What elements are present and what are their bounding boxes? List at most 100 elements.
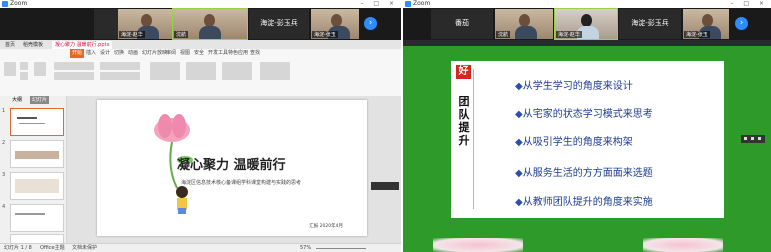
ribbon-tabs: 开始 插入 设计 切换 动画 幻灯片放映 审阅 视图 安全 开发工具 特色应用 … xyxy=(0,49,401,58)
ribbon-tab-slideshow[interactable]: 幻灯片放映 xyxy=(142,49,167,58)
zoom-level: 57% xyxy=(300,245,312,251)
next-page-button[interactable]: › xyxy=(364,17,377,30)
bullet-item: ◆从吸引学生的角度来构架 xyxy=(515,137,633,148)
shared-screen: 好 团队提升 ◆从学生学习的角度来设计 ◆从宅家的状态学习模式来思考 ◆从吸引学… xyxy=(403,40,771,252)
slide-editor: 凝心聚力 温暖前行 海淀区信息技术核心备课组学科课堂构建与实践的思考 汇报 20… xyxy=(67,96,401,243)
ribbon-toolbar xyxy=(0,58,401,97)
alignment-icons[interactable] xyxy=(100,72,140,80)
participant-name: 番茄 xyxy=(455,19,469,27)
video-gallery: 番茄 海淀-赵华 沈航 海淀-彭玉兵 海淀-张玉 › xyxy=(0,8,401,40)
zoom-slider[interactable] xyxy=(316,248,366,249)
title-bar: Zoom – □ × xyxy=(0,0,401,8)
window-controls[interactable]: – □ × xyxy=(360,0,398,8)
text-box-icon[interactable] xyxy=(150,62,180,80)
decorative-flower xyxy=(643,238,723,252)
zoom-logo-icon xyxy=(405,1,411,7)
tab-slides[interactable]: 幻灯片 xyxy=(30,96,50,104)
participant-video[interactable]: 海淀-张玉 xyxy=(311,9,359,39)
tab-outline[interactable]: 大纲 xyxy=(12,96,22,104)
zoom-window-left: Zoom – □ × 番茄 海淀-赵华 沈航 海淀-彭玉兵 海淀-张玉 › 首页… xyxy=(0,0,401,252)
diamond-bullet-icon: ◆ xyxy=(515,137,523,148)
slide-thumbnail[interactable] xyxy=(10,108,64,136)
slide-thumbnail[interactable] xyxy=(10,140,64,168)
bullet-item: ◆从宅家的状态学习模式来思考 xyxy=(515,109,653,120)
participant-name: 海淀-彭玉兵 xyxy=(631,19,669,27)
slideshow-controls[interactable] xyxy=(741,135,765,143)
diamond-bullet-icon: ◆ xyxy=(515,168,523,179)
ribbon-tab-view[interactable]: 视图 xyxy=(180,49,190,58)
wps-presentation-app: 首页 稻壳模板 凝心聚力 温暖前行.pptx 开始 插入 设计 切换 动画 幻灯… xyxy=(0,40,401,252)
ribbon-tab-features[interactable]: 特色应用 xyxy=(228,49,248,58)
ribbon-tab-security[interactable]: 安全 xyxy=(194,49,204,58)
participant-tag: 海淀-赵华 xyxy=(119,31,145,38)
ribbon-tab-transition[interactable]: 切换 xyxy=(114,49,124,58)
ribbon-tab-animation[interactable]: 动画 xyxy=(128,49,138,58)
protection-status: 文档未保护 xyxy=(72,245,98,251)
slide-subtitle: 海淀区信息技术核心备课组学科课堂构建与实践的思考 xyxy=(181,180,302,186)
font-format-icons[interactable] xyxy=(54,72,94,80)
window-controls[interactable]: – □ × xyxy=(730,0,768,8)
window-title: Zoom xyxy=(413,0,431,7)
slide-vertical-title: 团队提升 xyxy=(458,95,470,147)
slide-1[interactable]: 凝心聚力 温暖前行 海淀区信息技术核心备课组学科课堂构建与实践的思考 汇报 20… xyxy=(97,100,367,236)
zoom-window-right: Zoom – □ × 番茄 沈航 海淀-赵华 海淀-彭玉兵 海淀-张玉 › 好 … xyxy=(403,0,771,252)
slide-counter: 幻灯片 1 / 8 xyxy=(4,245,32,251)
slide-footer: 汇报 2020年4月 xyxy=(309,224,343,229)
slide-thumbnail[interactable] xyxy=(10,204,64,232)
ribbon-tab-developer[interactable]: 开发工具 xyxy=(208,49,228,58)
participant-video-speaking[interactable]: 沈航 xyxy=(172,8,248,40)
new-slide-icon[interactable] xyxy=(34,62,46,76)
tab-current-document[interactable]: 凝心聚力 温暖前行.pptx xyxy=(52,41,113,49)
participant-video[interactable]: 海淀-张玉 xyxy=(683,9,729,39)
ribbon-tab-review[interactable]: 审阅 xyxy=(166,49,176,58)
ribbon-tab-start[interactable]: 开始 xyxy=(70,49,85,58)
cut-icon[interactable] xyxy=(20,62,28,70)
ribbon-tab-insert[interactable]: 插入 xyxy=(86,49,96,58)
participant-tag: 海淀-赵华 xyxy=(556,31,582,38)
participant-video[interactable]: 沈航 xyxy=(495,9,553,39)
participant-tile[interactable]: 海淀-彭玉兵 xyxy=(249,9,309,39)
bullet-item: ◆从教师团队提升的角度来实施 xyxy=(515,197,653,208)
zoom-logo-icon xyxy=(2,1,8,7)
participant-tag: 沈航 xyxy=(496,31,511,38)
slide-divider-line xyxy=(473,69,474,209)
slide-title: 凝心聚力 温暖前行 xyxy=(177,158,286,173)
participant-tile[interactable]: 海淀-彭玉兵 xyxy=(619,9,681,39)
bullet-item: ◆从学生学习的角度来设计 xyxy=(515,81,633,92)
shape-icon[interactable] xyxy=(186,62,216,80)
next-page-button[interactable]: › xyxy=(735,17,748,30)
document-tabs: 首页 稻壳模板 凝心聚力 温暖前行.pptx xyxy=(0,40,401,49)
participant-tag: 海淀-张玉 xyxy=(684,31,710,38)
participant-video-speaking[interactable]: 海淀-赵华 xyxy=(554,8,618,40)
theme-name: Office主题 xyxy=(40,245,65,251)
video-gallery: 番茄 沈航 海淀-赵华 海淀-彭玉兵 海淀-张玉 › xyxy=(403,8,771,40)
diamond-bullet-icon: ◆ xyxy=(515,197,523,208)
title-bar: Zoom – □ × xyxy=(403,0,771,8)
font-family-select[interactable] xyxy=(54,62,94,70)
floating-toolbar[interactable] xyxy=(371,182,399,190)
paragraph-icons[interactable] xyxy=(100,62,140,70)
decorative-flower xyxy=(433,238,523,252)
ribbon-tab-design[interactable]: 设计 xyxy=(100,49,110,58)
panel-tabs: 大纲 幻灯片 xyxy=(0,96,66,104)
shared-slide: 好 团队提升 ◆从学生学习的角度来设计 ◆从宅家的状态学习模式来思考 ◆从吸引学… xyxy=(451,61,724,218)
participant-tag: 海淀-张玉 xyxy=(312,31,338,38)
participant-video[interactable]: 海淀-赵华 xyxy=(118,9,172,39)
diamond-bullet-icon: ◆ xyxy=(515,109,523,120)
tab-home[interactable]: 首页 xyxy=(2,41,18,49)
paste-icon[interactable] xyxy=(4,62,16,76)
status-bar: 幻灯片 1 / 8 Office主题 文档未保护 57% xyxy=(0,243,401,252)
slide-thumbnail[interactable] xyxy=(10,172,64,200)
copy-icon[interactable] xyxy=(20,72,28,80)
share-top-bar xyxy=(403,40,771,46)
slide-badge: 好 xyxy=(456,65,471,79)
bullet-item: ◆从服务生活的方方面面来选题 xyxy=(515,168,653,179)
window-title: Zoom xyxy=(10,0,28,7)
arrange-icon[interactable] xyxy=(222,62,252,80)
participant-tile[interactable]: 番茄 xyxy=(431,9,493,39)
diamond-bullet-icon: ◆ xyxy=(515,81,523,92)
find-replace-icon[interactable] xyxy=(260,62,290,80)
tab-templates[interactable]: 稻壳模板 xyxy=(20,41,46,49)
participant-name: 海淀-彭玉兵 xyxy=(260,19,298,27)
ribbon-tab-search[interactable]: 查找 xyxy=(250,49,260,58)
